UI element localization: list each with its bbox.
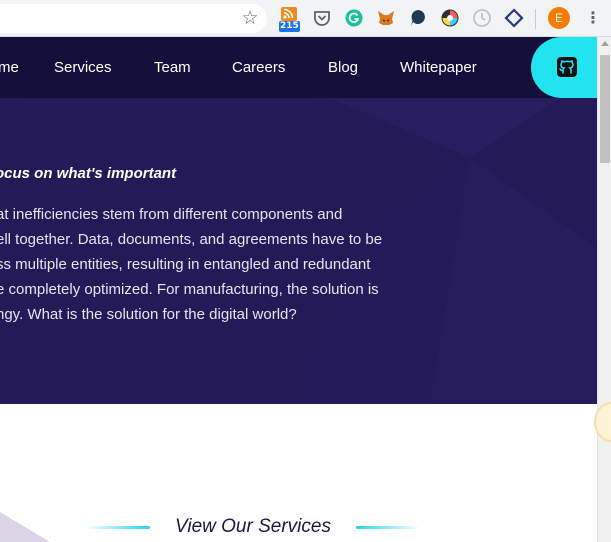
browser-toolbar: ☆ 215 E ⋮ bbox=[0, 0, 611, 37]
title-accent-line-left bbox=[86, 526, 150, 529]
hero-line: ss multiple entities, resulting in entan… bbox=[0, 256, 371, 273]
hero-line: e completely optimized. For manufacturin… bbox=[0, 281, 379, 298]
speech-bubble-icon[interactable] bbox=[408, 8, 428, 28]
diamond-icon[interactable] bbox=[504, 8, 524, 28]
decorative-corner-shape bbox=[0, 512, 50, 542]
scroll-up-arrow-icon[interactable] bbox=[601, 41, 609, 46]
title-accent-line-right bbox=[356, 526, 420, 529]
services-section: View Our Services bbox=[0, 404, 597, 542]
nav-link-home[interactable]: me bbox=[0, 58, 19, 78]
github-icon bbox=[557, 57, 577, 77]
pocket-icon[interactable] bbox=[312, 8, 332, 28]
nav-link-services[interactable]: Services bbox=[54, 58, 112, 78]
hero-heading: ocus on what's important bbox=[0, 165, 177, 182]
toolbar-divider bbox=[535, 9, 536, 29]
grammarly-icon[interactable] bbox=[344, 8, 364, 28]
color-wheel-icon[interactable] bbox=[440, 8, 460, 28]
hero-section: ocus on what's important at inefficienci… bbox=[0, 98, 597, 404]
hero-paragraph: at inefficiencies stem from different co… bbox=[0, 202, 426, 327]
profile-avatar[interactable]: E bbox=[548, 7, 570, 29]
nav-link-whitepaper[interactable]: Whitepaper bbox=[400, 58, 477, 78]
hero-line: at inefficiencies stem from different co… bbox=[0, 206, 343, 223]
nav-link-careers[interactable]: Careers bbox=[232, 58, 285, 78]
nav-link-team[interactable]: Team bbox=[154, 58, 191, 78]
scroll-thumb[interactable] bbox=[600, 55, 610, 163]
page-scrollbar[interactable] bbox=[597, 37, 611, 542]
nav-link-blog[interactable]: Blog bbox=[328, 58, 358, 78]
metamask-icon[interactable] bbox=[376, 8, 396, 28]
browser-menu-icon[interactable]: ⋮ bbox=[585, 8, 601, 28]
site-navigation: me Services Team Careers Blog Whitepaper bbox=[0, 37, 611, 98]
hero-line: ell together. Data, documents, and agree… bbox=[0, 231, 383, 248]
services-title: View Our Services bbox=[175, 516, 331, 537]
hero-line: ngy. What is the solution for the digita… bbox=[0, 306, 297, 323]
bookmark-star-icon[interactable]: ☆ bbox=[239, 6, 261, 30]
clock-icon[interactable] bbox=[472, 8, 492, 28]
address-bar[interactable] bbox=[0, 4, 267, 33]
rss-feed-icon[interactable]: 215 bbox=[279, 7, 301, 33]
rss-count-badge: 215 bbox=[279, 21, 300, 32]
